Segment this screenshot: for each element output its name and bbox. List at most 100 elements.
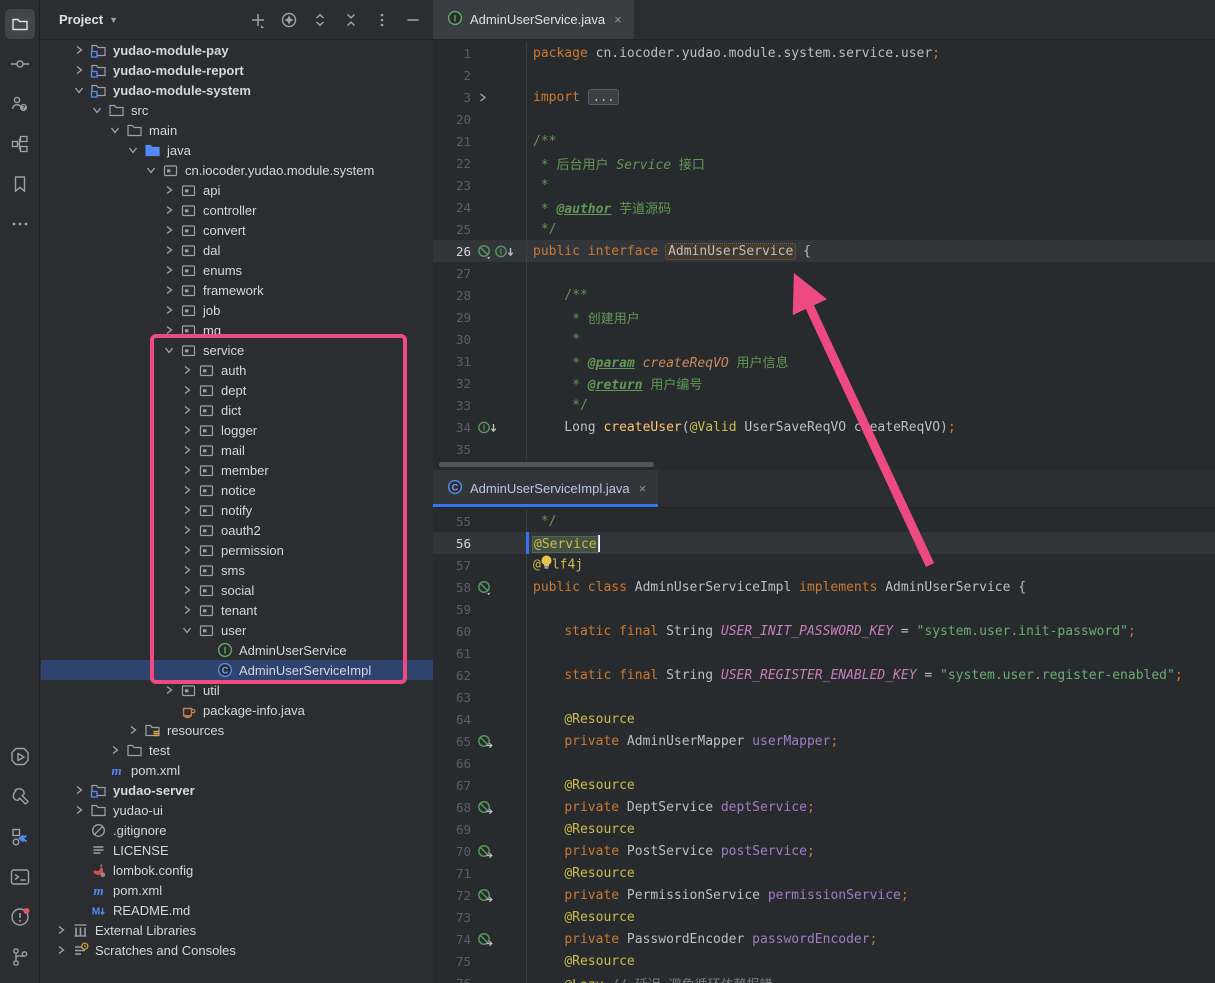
tree-item-enums[interactable]: enums	[41, 260, 433, 280]
structure-icon[interactable]	[0, 124, 40, 164]
tree-item-pom-xml[interactable]: mpom.xml	[41, 880, 433, 900]
tree-item-service[interactable]: service	[41, 340, 433, 360]
code-line-59[interactable]: 59	[433, 598, 1215, 620]
code-line-74[interactable]: 74 private PasswordEncoder passwordEncod…	[433, 928, 1215, 950]
tree-item-convert[interactable]: convert	[41, 220, 433, 240]
tree-item-main[interactable]: main	[41, 120, 433, 140]
code-line-31[interactable]: 31 * @param createReqVO 用户信息	[433, 350, 1215, 372]
code-line-68[interactable]: 68 private DeptService deptService;	[433, 796, 1215, 818]
tree-item--gitignore[interactable]: .gitignore	[41, 820, 433, 840]
close-icon[interactable]: ×	[612, 12, 622, 27]
horizontal-scrollbar[interactable]	[439, 462, 654, 467]
tree-item-mail[interactable]: mail	[41, 440, 433, 460]
tree-item-logger[interactable]: logger	[41, 420, 433, 440]
chevron-down-icon[interactable]	[141, 160, 160, 180]
chevron-right-icon[interactable]	[177, 540, 196, 560]
chevron-right-icon[interactable]	[69, 780, 88, 800]
tree-item-lombok-config[interactable]: lombok.config	[41, 860, 433, 880]
code-line-64[interactable]: 64 @Resource	[433, 708, 1215, 730]
chevron-down-icon[interactable]	[69, 80, 88, 100]
chevron-down-icon[interactable]	[123, 140, 142, 160]
tree-item-notice[interactable]: notice	[41, 480, 433, 500]
code-line-27[interactable]: 27	[433, 262, 1215, 284]
locate-icon[interactable]	[277, 8, 301, 32]
tree-item-package-info-java[interactable]: package-info.java	[41, 700, 433, 720]
code-line-63[interactable]: 63	[433, 686, 1215, 708]
code-line-1[interactable]: 1package cn.iocoder.yudao.module.system.…	[433, 42, 1215, 64]
tree-item-dal[interactable]: dal	[41, 240, 433, 260]
chevron-right-icon[interactable]	[159, 180, 178, 200]
tab-adminuserservice[interactable]: I AdminUserService.java ×	[433, 0, 634, 39]
chevron-right-icon[interactable]	[51, 920, 70, 940]
code-line-70[interactable]: 70 private PostService postService;	[433, 840, 1215, 862]
code-line-55[interactable]: 55 */	[433, 510, 1215, 532]
fold-chevron-icon[interactable]	[477, 92, 488, 103]
more-tools-icon[interactable]	[0, 204, 40, 244]
editor-adminuserserviceimpl[interactable]: 55 */56@Service57@lf4j58public class Adm…	[433, 508, 1215, 983]
code-line-35[interactable]: 35	[433, 438, 1215, 460]
intention-bulb-icon[interactable]	[539, 554, 554, 574]
chevron-right-icon[interactable]	[159, 260, 178, 280]
tree-item-auth[interactable]: auth	[41, 360, 433, 380]
tree-item-java[interactable]: java	[41, 140, 433, 160]
version-control-icon[interactable]	[0, 937, 40, 977]
tree-item-yudao-module-pay[interactable]: yudao-module-pay	[41, 40, 433, 60]
tree-item-pom-xml[interactable]: mpom.xml	[41, 760, 433, 780]
chevron-right-icon[interactable]	[177, 480, 196, 500]
autowired-icon[interactable]	[477, 844, 495, 859]
problems-icon[interactable]	[0, 897, 40, 937]
tree-item-license[interactable]: LICENSE	[41, 840, 433, 860]
code-line-3[interactable]: 3import ...	[433, 86, 1215, 108]
bean-icon[interactable]	[477, 244, 492, 259]
code-line-60[interactable]: 60 static final String USER_INIT_PASSWOR…	[433, 620, 1215, 642]
bean-icon[interactable]	[477, 580, 492, 595]
chevron-down-icon[interactable]	[105, 120, 124, 140]
chevron-right-icon[interactable]	[69, 60, 88, 80]
tree-item-member[interactable]: member	[41, 460, 433, 480]
code-line-32[interactable]: 32 * @return 用户编号	[433, 372, 1215, 394]
tree-item-scratches-and-consoles[interactable]: Scratches and Consoles	[41, 940, 433, 960]
code-line-33[interactable]: 33 */	[433, 394, 1215, 416]
code-line-2[interactable]: 2	[433, 64, 1215, 86]
code-line-71[interactable]: 71 @Resource	[433, 862, 1215, 884]
tree-item-cn-iocoder-yudao-module-system[interactable]: cn.iocoder.yudao.module.system	[41, 160, 433, 180]
chevron-right-icon[interactable]	[159, 680, 178, 700]
commit-icon[interactable]	[0, 44, 40, 84]
chevron-right-icon[interactable]	[177, 500, 196, 520]
chevron-right-icon[interactable]	[159, 300, 178, 320]
code-line-61[interactable]: 61	[433, 642, 1215, 664]
code-line-24[interactable]: 24 * @author 芋道源码	[433, 196, 1215, 218]
chevron-right-icon[interactable]	[159, 220, 178, 240]
tree-item-yudao-module-report[interactable]: yudao-module-report	[41, 60, 433, 80]
tree-item-permission[interactable]: permission	[41, 540, 433, 560]
chevron-right-icon[interactable]	[177, 360, 196, 380]
tree-item-job[interactable]: job	[41, 300, 433, 320]
close-icon[interactable]: ×	[637, 481, 647, 496]
code-line-28[interactable]: 28 /**	[433, 284, 1215, 306]
tab-adminuserserviceimpl[interactable]: C AdminUserServiceImpl.java ×	[433, 470, 658, 507]
project-panel-title[interactable]: Project	[59, 12, 103, 27]
code-line-57[interactable]: 57@lf4j	[433, 554, 1215, 576]
code-line-20[interactable]: 20	[433, 108, 1215, 130]
chevron-right-icon[interactable]	[159, 280, 178, 300]
tree-item-dict[interactable]: dict	[41, 400, 433, 420]
build-icon[interactable]	[0, 777, 40, 817]
chevron-right-icon[interactable]	[69, 800, 88, 820]
autowired-icon[interactable]	[477, 734, 495, 749]
tree-item-notify[interactable]: notify	[41, 500, 433, 520]
code-line-25[interactable]: 25 */	[433, 218, 1215, 240]
tree-item-src[interactable]: src	[41, 100, 433, 120]
code-line-72[interactable]: 72 private PermissionService permissionS…	[433, 884, 1215, 906]
tree-item-adminuserserviceimpl[interactable]: CAdminUserServiceImpl	[41, 660, 433, 680]
tree-item-framework[interactable]: framework	[41, 280, 433, 300]
tree-item-dept[interactable]: dept	[41, 380, 433, 400]
tree-item-tenant[interactable]: tenant	[41, 600, 433, 620]
tree-item-mq[interactable]: mq	[41, 320, 433, 340]
tree-item-user[interactable]: user	[41, 620, 433, 640]
tree-item-sms[interactable]: sms	[41, 560, 433, 580]
implementations-icon[interactable]: I	[494, 244, 516, 259]
chevron-right-icon[interactable]	[105, 740, 124, 760]
tree-item-api[interactable]: api	[41, 180, 433, 200]
tree-item-adminuserservice[interactable]: IAdminUserService	[41, 640, 433, 660]
code-line-76[interactable]: 76 @Lazy // 延迟,避免循环依赖报错	[433, 972, 1215, 983]
